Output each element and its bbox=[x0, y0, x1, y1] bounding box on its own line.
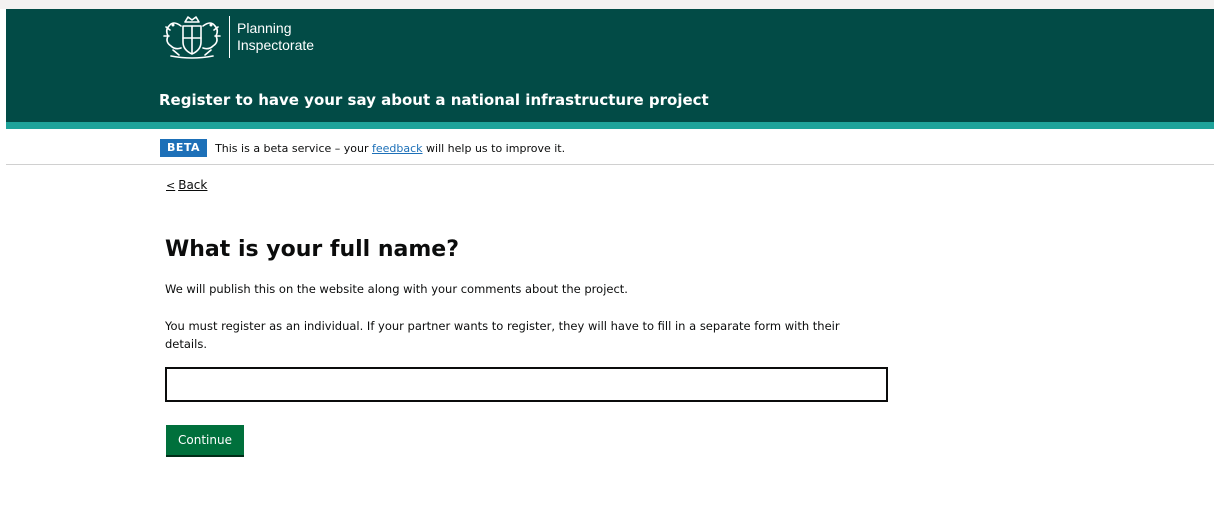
logo-divider bbox=[229, 16, 230, 58]
feedback-link[interactable]: feedback bbox=[372, 142, 423, 155]
continue-button[interactable]: Continue bbox=[166, 425, 244, 455]
beta-banner-text: This is a beta service – your feedback w… bbox=[215, 142, 565, 155]
beta-banner-divider bbox=[6, 164, 1214, 165]
page-title: What is your full name? bbox=[165, 237, 459, 262]
beta-text-after: will help us to improve it. bbox=[422, 141, 566, 155]
beta-text-before: This is a beta service – your bbox=[215, 141, 372, 155]
individual-hint-text: You must register as an individual. If y… bbox=[165, 319, 840, 351]
logo-line-1: Planning bbox=[237, 20, 292, 36]
royal-coat-of-arms-icon bbox=[163, 16, 221, 59]
publish-hint-text: We will publish this on the website alon… bbox=[165, 282, 628, 296]
beta-tag: BETA bbox=[160, 139, 208, 157]
full-name-input[interactable] bbox=[165, 367, 888, 402]
header-accent-bar bbox=[6, 122, 1214, 129]
planning-inspectorate-logo[interactable]: Planning Inspectorate bbox=[159, 10, 314, 64]
chevron-left-icon: < bbox=[166, 178, 176, 192]
logo-line-2: Inspectorate bbox=[237, 37, 315, 53]
beta-banner: BETA This is a beta service – your feedb… bbox=[160, 138, 565, 158]
back-link[interactable]: < Back bbox=[166, 178, 207, 192]
back-link-label: Back bbox=[178, 178, 208, 192]
logo-text: Planning Inspectorate bbox=[237, 20, 314, 54]
service-name-link[interactable]: Register to have your say about a nation… bbox=[159, 89, 709, 111]
browser-top-strip bbox=[0, 0, 1214, 9]
